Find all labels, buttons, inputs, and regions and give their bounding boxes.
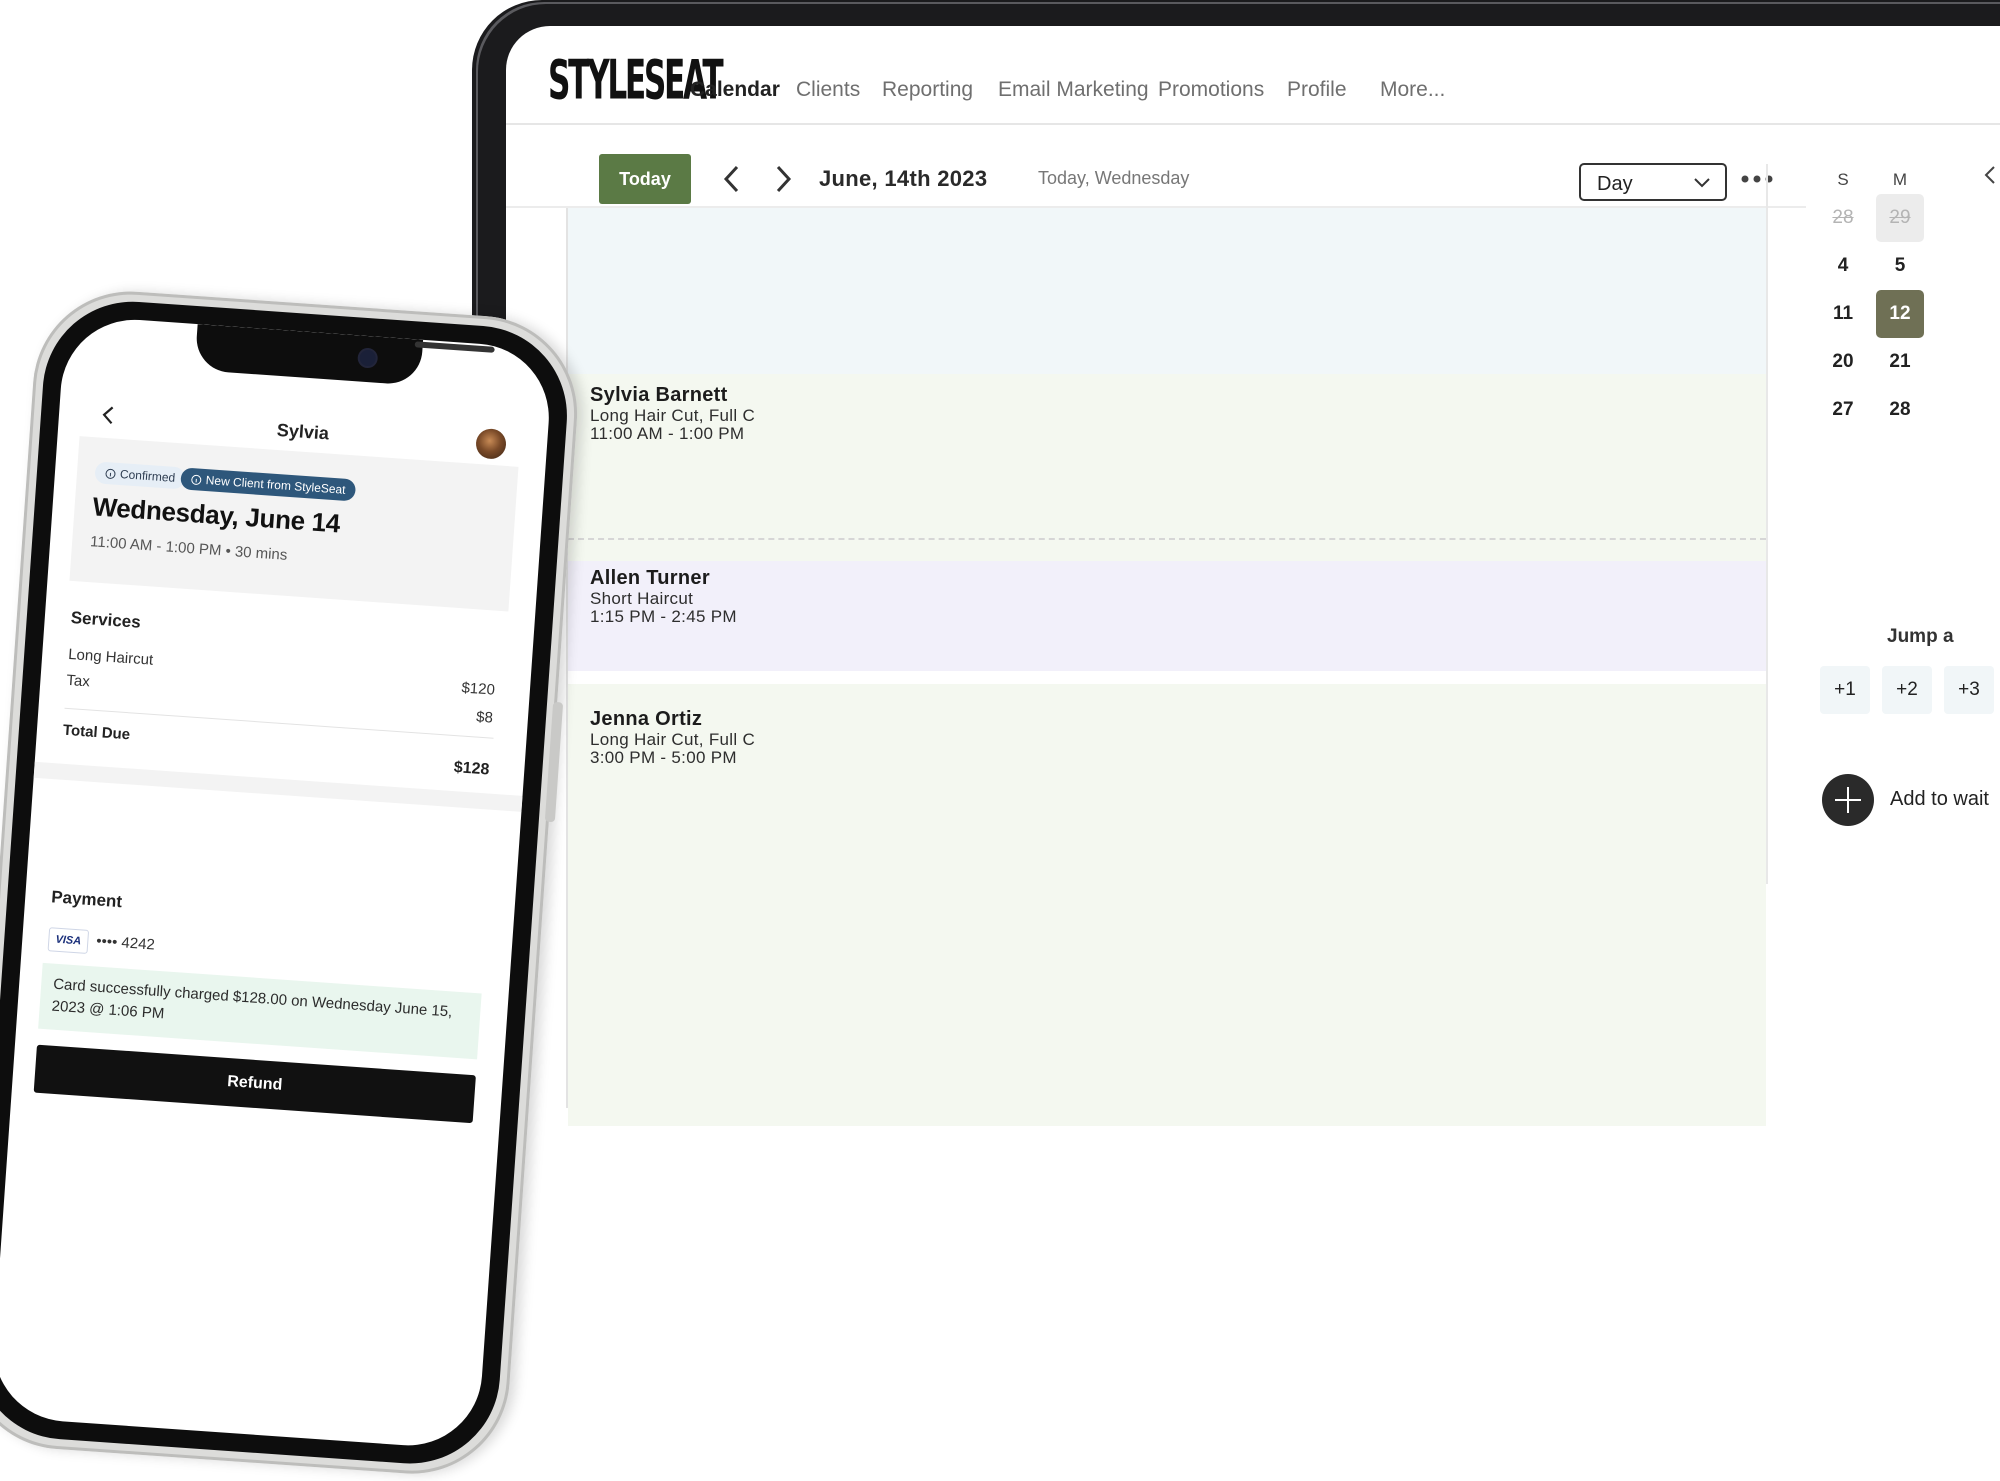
add-to-waitlist-label[interactable]: Add to wait	[1890, 788, 1989, 811]
confirmed-badge: Confirmed	[94, 461, 186, 489]
previous-day-button[interactable]	[718, 162, 748, 196]
mini-calendar-day[interactable]: 5	[1876, 242, 1924, 290]
open-time-slot[interactable]	[568, 208, 1766, 374]
nav-more[interactable]: More...	[1380, 78, 1445, 102]
nav-reporting[interactable]: Reporting	[882, 78, 973, 102]
phone-screen: Sylvia Confirmed New Client from StyleSe…	[0, 315, 554, 1450]
next-day-button[interactable]	[768, 162, 798, 196]
nav-calendar[interactable]: Calendar	[690, 78, 780, 102]
jump-plus-1-button[interactable]: +1	[1820, 666, 1870, 714]
mini-calendar-day-selected[interactable]: 12	[1876, 290, 1924, 338]
total-due-label: Total Due	[62, 722, 130, 744]
current-time-divider	[568, 538, 1766, 540]
add-to-waitlist-button[interactable]	[1822, 774, 1874, 826]
mini-calendar-day[interactable]: 27	[1819, 386, 1867, 434]
camera-icon	[359, 349, 376, 366]
weekday-header: M	[1880, 170, 1920, 190]
nav-profile[interactable]: Profile	[1287, 78, 1347, 102]
tax-value: $8	[412, 704, 493, 727]
nav-email-marketing[interactable]: Email Marketing	[998, 78, 1149, 102]
total-due-value: $128	[409, 756, 490, 780]
weekday-header: S	[1823, 170, 1863, 190]
top-navigation-bar: STYLESEAT Calendar Clients Reporting Ema…	[506, 26, 2000, 125]
charge-confirmation-message: Card successfully charged $128.00 on Wed…	[38, 963, 482, 1060]
chevron-left-icon	[718, 162, 748, 196]
desktop-app-screen: STYLESEAT Calendar Clients Reporting Ema…	[506, 26, 2000, 1126]
payment-heading: Payment	[51, 887, 123, 912]
appointment-summary-card: Confirmed New Client from StyleSeat Wedn…	[69, 436, 518, 611]
jump-ahead-label: Jump a	[1887, 626, 1954, 648]
services-heading: Services	[70, 608, 141, 633]
nav-clients[interactable]: Clients	[796, 78, 860, 102]
mini-calendar-day[interactable]: 4	[1819, 242, 1867, 290]
nav-promotions[interactable]: Promotions	[1158, 78, 1264, 102]
current-date-subtitle: Today, Wednesday	[1038, 168, 1189, 189]
mini-calendar-prev-icon[interactable]	[1982, 164, 1998, 186]
refund-button[interactable]: Refund	[34, 1045, 476, 1124]
appointment-date: Wednesday, June 14	[92, 491, 342, 539]
more-options-icon[interactable]	[1741, 174, 1773, 184]
new-client-badge-label: New Client from StyleSeat	[205, 473, 346, 497]
mini-calendar-day[interactable]: 28	[1876, 386, 1924, 434]
jump-plus-3-button[interactable]: +3	[1944, 666, 1994, 714]
visa-card-icon: VISA	[48, 927, 90, 954]
phone-device: Sylvia Confirmed New Client from StyleSe…	[0, 285, 584, 1480]
card-number-masked: •••• 4242	[96, 933, 156, 954]
new-client-badge: New Client from StyleSeat	[180, 467, 356, 501]
chevron-down-icon	[1693, 177, 1711, 189]
mini-calendar-day[interactable]: 28	[1819, 194, 1867, 242]
service-price: $120	[414, 676, 495, 699]
plus-icon	[1822, 774, 1874, 826]
service-name: Long Haircut	[68, 646, 154, 669]
info-circle-icon	[190, 474, 202, 486]
chevron-right-icon	[768, 162, 798, 196]
confirmed-badge-label: Confirmed	[120, 467, 176, 485]
tax-label: Tax	[66, 672, 90, 691]
mini-calendar-day[interactable]: 20	[1819, 338, 1867, 386]
mini-calendar-day[interactable]: 29	[1876, 194, 1924, 242]
appointment-allen-turner[interactable]: Allen Turner Short Haircut 1:15 PM - 2:4…	[568, 561, 1766, 671]
current-date-title: June, 14th 2023	[819, 166, 987, 192]
jump-plus-2-button[interactable]: +2	[1882, 666, 1932, 714]
view-select[interactable]: Day	[1579, 163, 1727, 201]
info-circle-icon	[105, 468, 117, 480]
view-select-value: Day	[1597, 173, 1633, 196]
mini-calendar-day[interactable]: 21	[1876, 338, 1924, 386]
appointment-sylvia-barnett[interactable]: Sylvia Barnett Long Hair Cut, Full C 11:…	[568, 374, 1766, 562]
appointment-time: 11:00 AM - 1:00 PM • 30 mins	[90, 533, 288, 564]
mini-calendar-day[interactable]: 11	[1819, 290, 1867, 338]
sidebar-divider	[1766, 164, 1768, 884]
phone-device-area: Sylvia Confirmed New Client from StyleSe…	[0, 0, 640, 1060]
